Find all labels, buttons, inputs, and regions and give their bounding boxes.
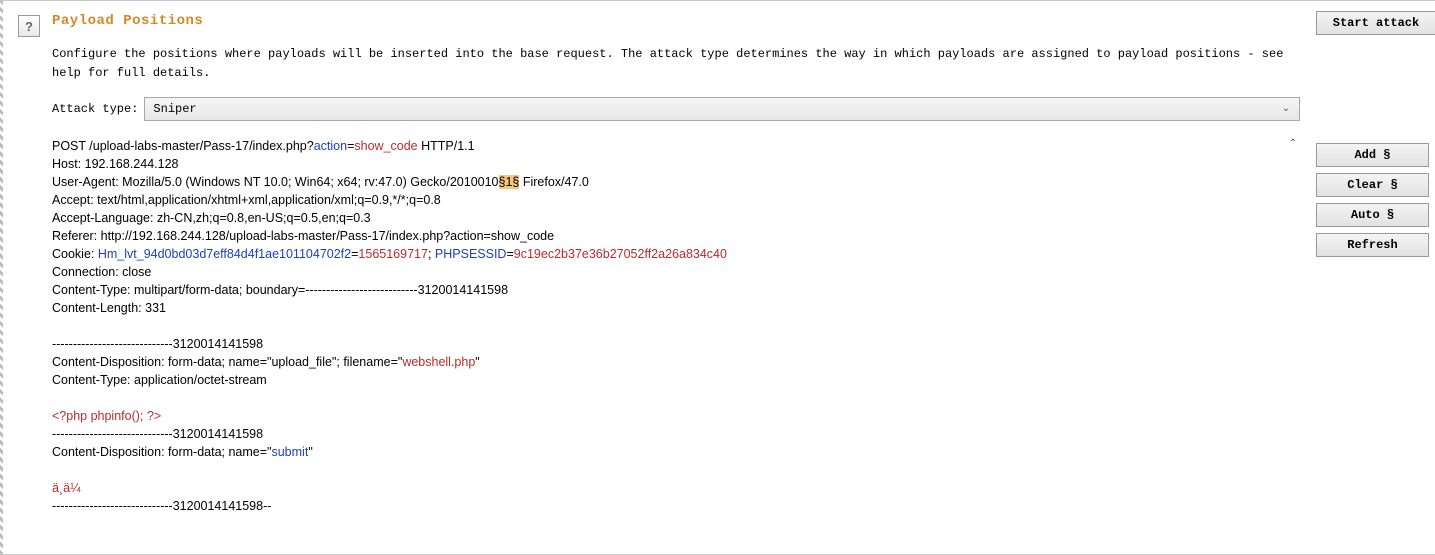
panel-title: Payload Positions — [52, 13, 203, 29]
action-buttons: Start attack Add § Clear § Auto § Refres… — [1310, 1, 1435, 554]
refresh-button[interactable]: Refresh — [1316, 233, 1429, 257]
payload-positions-panel: ? Payload Positions Configure the positi… — [8, 1, 1310, 554]
attack-type-value: Sniper — [153, 102, 196, 116]
clear-markers-button[interactable]: Clear § — [1316, 173, 1429, 197]
auto-markers-button[interactable]: Auto § — [1316, 203, 1429, 227]
chevron-down-icon: ⌄ — [1279, 103, 1293, 115]
add-marker-button[interactable]: Add § — [1316, 143, 1429, 167]
attack-type-label: Attack type: — [52, 102, 138, 116]
scroll-up-icon[interactable]: ⌃ — [1286, 137, 1300, 151]
panel-description: Configure the positions where payloads w… — [52, 45, 1300, 83]
payload-marker[interactable]: §1§ — [499, 175, 520, 189]
request-editor[interactable]: POST /upload-labs-master/Pass-17/index.p… — [52, 137, 1300, 515]
attack-type-select[interactable]: Sniper ⌄ — [144, 97, 1300, 121]
help-button[interactable]: ? — [18, 15, 40, 37]
start-attack-button[interactable]: Start attack — [1316, 11, 1435, 35]
